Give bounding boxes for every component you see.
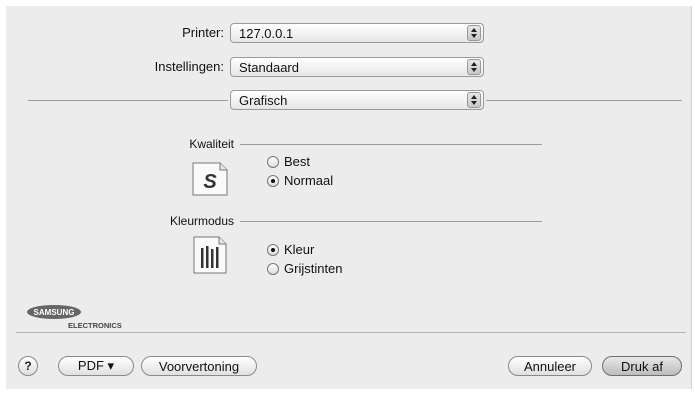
quality-option-best[interactable]: Best [267,154,310,169]
quality-option-normal[interactable]: Normaal [267,173,333,188]
radio-button[interactable] [267,155,279,168]
separator-left [28,100,228,101]
samsung-logo: SAMSUNG ELECTRONICS [26,304,146,335]
quality-option-label: Normaal [284,173,334,188]
panel-popup[interactable]: Grafisch [230,90,484,110]
settings-label: Instellingen: [154,59,224,74]
footer-separator [16,332,686,333]
cancel-button[interactable]: Annuleer [508,356,592,376]
color-mode-option-label: Kleur [284,242,315,257]
pdf-button[interactable]: PDF ▾ [58,356,134,376]
svg-text:S: S [203,171,217,193]
radio-button[interactable] [267,262,279,275]
panel-value: Grafisch [239,93,288,108]
popup-arrows-icon [467,25,481,41]
color-mode-option-grayscale[interactable]: Grijstinten [267,261,343,276]
separator-right [486,100,682,101]
quality-document-icon: S [190,161,230,202]
quality-title: Kwaliteit [189,137,234,151]
help-button[interactable]: ? [18,356,38,376]
logo-sub: ELECTRONICS [68,321,122,330]
printer-label: Printer: [182,25,224,40]
printer-popup[interactable]: 127.0.0.1 [230,23,484,43]
popup-arrows-icon [467,92,481,108]
popup-arrows-icon [467,59,481,75]
radio-button-selected[interactable] [267,243,279,256]
logo-brand: SAMSUNG [34,308,75,317]
radio-button-selected[interactable] [267,174,279,187]
quality-option-label: Best [284,154,311,169]
color-mode-option-label: Grijstinten [284,261,343,276]
settings-popup[interactable]: Standaard [230,57,484,77]
print-button[interactable]: Druk af [602,356,682,376]
preview-button[interactable]: Voorvertoning [141,356,257,376]
print-dialog: Printer: 127.0.0.1 Instellingen: Standaa… [6,6,692,389]
quality-rule [240,144,542,145]
color-mode-option-color[interactable]: Kleur [267,242,314,257]
printer-value: 127.0.0.1 [239,26,294,41]
color-mode-title: Kleurmodus [169,214,234,228]
color-mode-rule [240,221,542,222]
settings-value: Standaard [239,60,299,75]
color-bars-icon [192,236,228,279]
